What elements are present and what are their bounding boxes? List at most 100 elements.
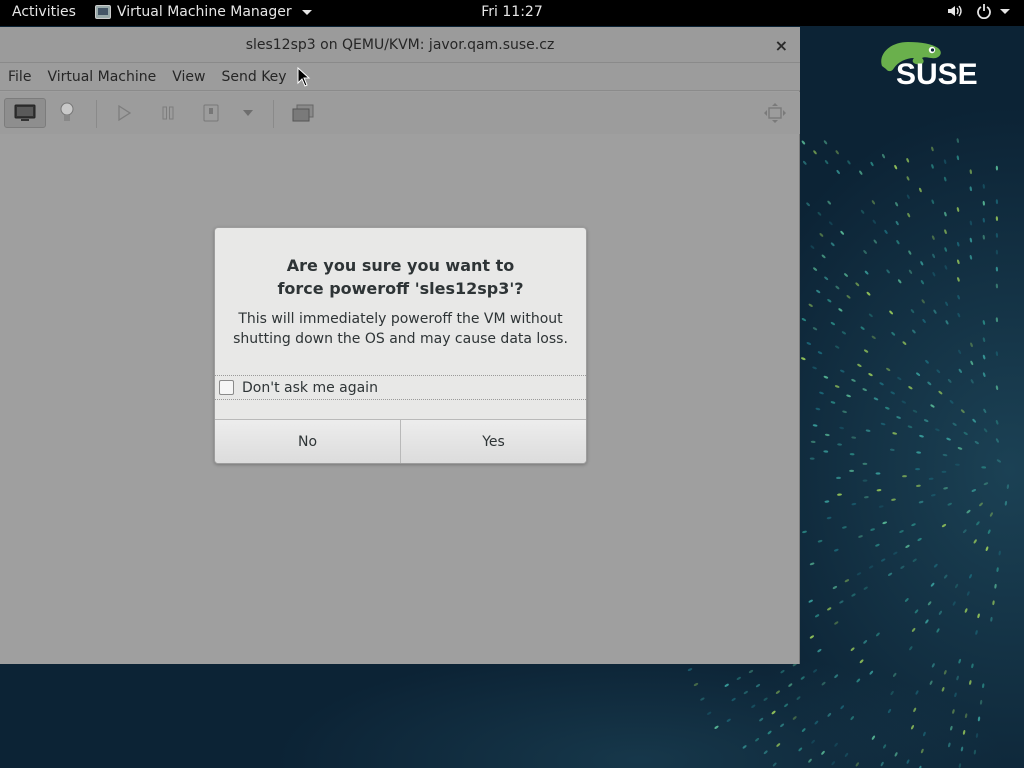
- close-window-button[interactable]: ×: [775, 36, 788, 55]
- wallpaper-dot: [982, 234, 985, 240]
- wallpaper-dot: [944, 211, 947, 217]
- wallpaper-dot: [922, 318, 926, 324]
- wallpaper-dot: [875, 472, 881, 475]
- menu-file[interactable]: File: [0, 69, 39, 85]
- dont-ask-again-label[interactable]: Don't ask me again: [242, 380, 378, 396]
- wallpaper-dot: [907, 425, 913, 429]
- wallpaper-dot: [969, 186, 972, 192]
- wallpaper-dot: [931, 663, 935, 668]
- wallpaper-dot: [844, 273, 848, 277]
- snapshots-icon: [292, 104, 314, 122]
- wallpaper-dot: [928, 477, 934, 480]
- wallpaper-dot: [871, 735, 875, 740]
- wallpaper-dot: [1006, 484, 1010, 489]
- wallpaper-dot: [827, 299, 832, 303]
- volume-icon: [948, 5, 962, 17]
- wallpaper-dot: [929, 680, 933, 685]
- menu-view[interactable]: View: [164, 69, 213, 85]
- yes-button[interactable]: Yes: [400, 420, 586, 463]
- wallpaper-dot: [871, 335, 876, 340]
- wallpaper-dot: [947, 502, 952, 506]
- wallpaper-dot: [811, 739, 815, 744]
- wallpaper-dot: [943, 176, 947, 182]
- activities-button[interactable]: Activities: [12, 4, 76, 20]
- wallpaper-dot: [920, 280, 924, 285]
- wallpaper-dot: [902, 475, 907, 478]
- wallpaper-dot: [815, 407, 821, 411]
- system-tray[interactable]: [946, 3, 1010, 19]
- wallpaper-dot: [802, 530, 807, 534]
- wallpaper-dot: [956, 675, 959, 681]
- wallpaper-dot: [755, 737, 760, 742]
- wallpaper-dot: [856, 678, 861, 683]
- wallpaper-dot: [957, 294, 960, 300]
- wallpaper-dot: [919, 187, 922, 193]
- wallpaper-dot: [969, 574, 972, 579]
- no-button[interactable]: No: [215, 420, 400, 463]
- console-button[interactable]: [4, 98, 46, 128]
- wallpaper-dot: [907, 212, 911, 218]
- wallpaper-dot: [945, 301, 949, 307]
- snapshots-button[interactable]: [288, 98, 318, 128]
- wallpaper-dot: [876, 632, 880, 637]
- wallpaper-dot: [862, 479, 868, 482]
- wallpaper-dot: [892, 432, 898, 435]
- dialog-heading: Are you sure you want to force poweroff …: [215, 254, 586, 300]
- wallpaper-dot: [893, 672, 897, 677]
- wallpaper-dot: [868, 565, 874, 569]
- app-menu[interactable]: Virtual Machine Manager: [95, 4, 312, 20]
- wallpaper-dot: [1004, 500, 1008, 506]
- wallpaper-dot: [821, 681, 826, 686]
- wallpaper-dot: [806, 202, 810, 207]
- wallpaper-dot: [896, 416, 901, 419]
- wallpaper-dot: [771, 710, 776, 715]
- wallpaper-dot: [917, 537, 922, 542]
- window-titlebar[interactable]: sles12sp3 on QEMU/KVM: javor.qam.suse.cz…: [0, 27, 800, 63]
- wallpaper-dot: [976, 521, 980, 526]
- menu-virtual-machine[interactable]: Virtual Machine: [39, 69, 164, 85]
- wallpaper-dot: [812, 366, 817, 370]
- dont-ask-again-row[interactable]: Don't ask me again: [215, 375, 586, 400]
- wallpaper-dot: [796, 696, 801, 700]
- wallpaper-dot: [759, 717, 764, 722]
- wallpaper-dot: [998, 550, 1001, 556]
- wallpaper-dot: [808, 303, 813, 307]
- menu-send-key[interactable]: Send Key: [213, 69, 294, 85]
- wallpaper-dot: [943, 159, 947, 165]
- wallpaper-dot: [801, 357, 806, 361]
- clock[interactable]: Fri 11:27: [481, 4, 542, 20]
- wallpaper-dot: [911, 627, 916, 632]
- wallpaper-dot: [755, 683, 761, 688]
- wallpaper-dot: [834, 621, 839, 625]
- wallpaper-dot: [780, 669, 785, 674]
- wallpaper-dot: [958, 658, 962, 664]
- wallpaper-dot: [901, 400, 906, 404]
- wallpaper-dot: [914, 609, 919, 614]
- wallpaper-dot: [921, 299, 925, 304]
- wallpaper-dot: [938, 390, 943, 395]
- details-button[interactable]: [52, 98, 82, 128]
- wallpaper-dot: [809, 562, 815, 566]
- wallpaper-dot: [932, 271, 936, 277]
- wallpaper-dot: [863, 640, 868, 644]
- wallpaper-dot: [824, 433, 830, 437]
- wallpaper-dot: [970, 360, 974, 366]
- dialog-body-line1: This will immediately poweroff the VM wi…: [238, 311, 563, 327]
- shutdown-button[interactable]: [197, 98, 225, 128]
- wallpaper-dot: [863, 349, 869, 353]
- run-button[interactable]: [110, 98, 138, 128]
- wallpaper-dot: [975, 733, 979, 738]
- pause-button[interactable]: [154, 98, 182, 128]
- dont-ask-again-checkbox[interactable]: [219, 380, 234, 395]
- wallpaper-dot: [987, 529, 991, 534]
- shutdown-menu-button[interactable]: [238, 98, 258, 128]
- wallpaper-dot: [859, 659, 864, 664]
- wallpaper-dot: [931, 235, 935, 240]
- fullscreen-button[interactable]: [760, 98, 790, 128]
- wallpaper-dot: [863, 586, 868, 590]
- wallpaper-dot: [810, 440, 816, 444]
- wallpaper-dot: [798, 747, 803, 752]
- wallpaper-dot: [920, 261, 924, 266]
- wallpaper-dot: [902, 341, 907, 345]
- wallpaper-dot: [814, 720, 819, 725]
